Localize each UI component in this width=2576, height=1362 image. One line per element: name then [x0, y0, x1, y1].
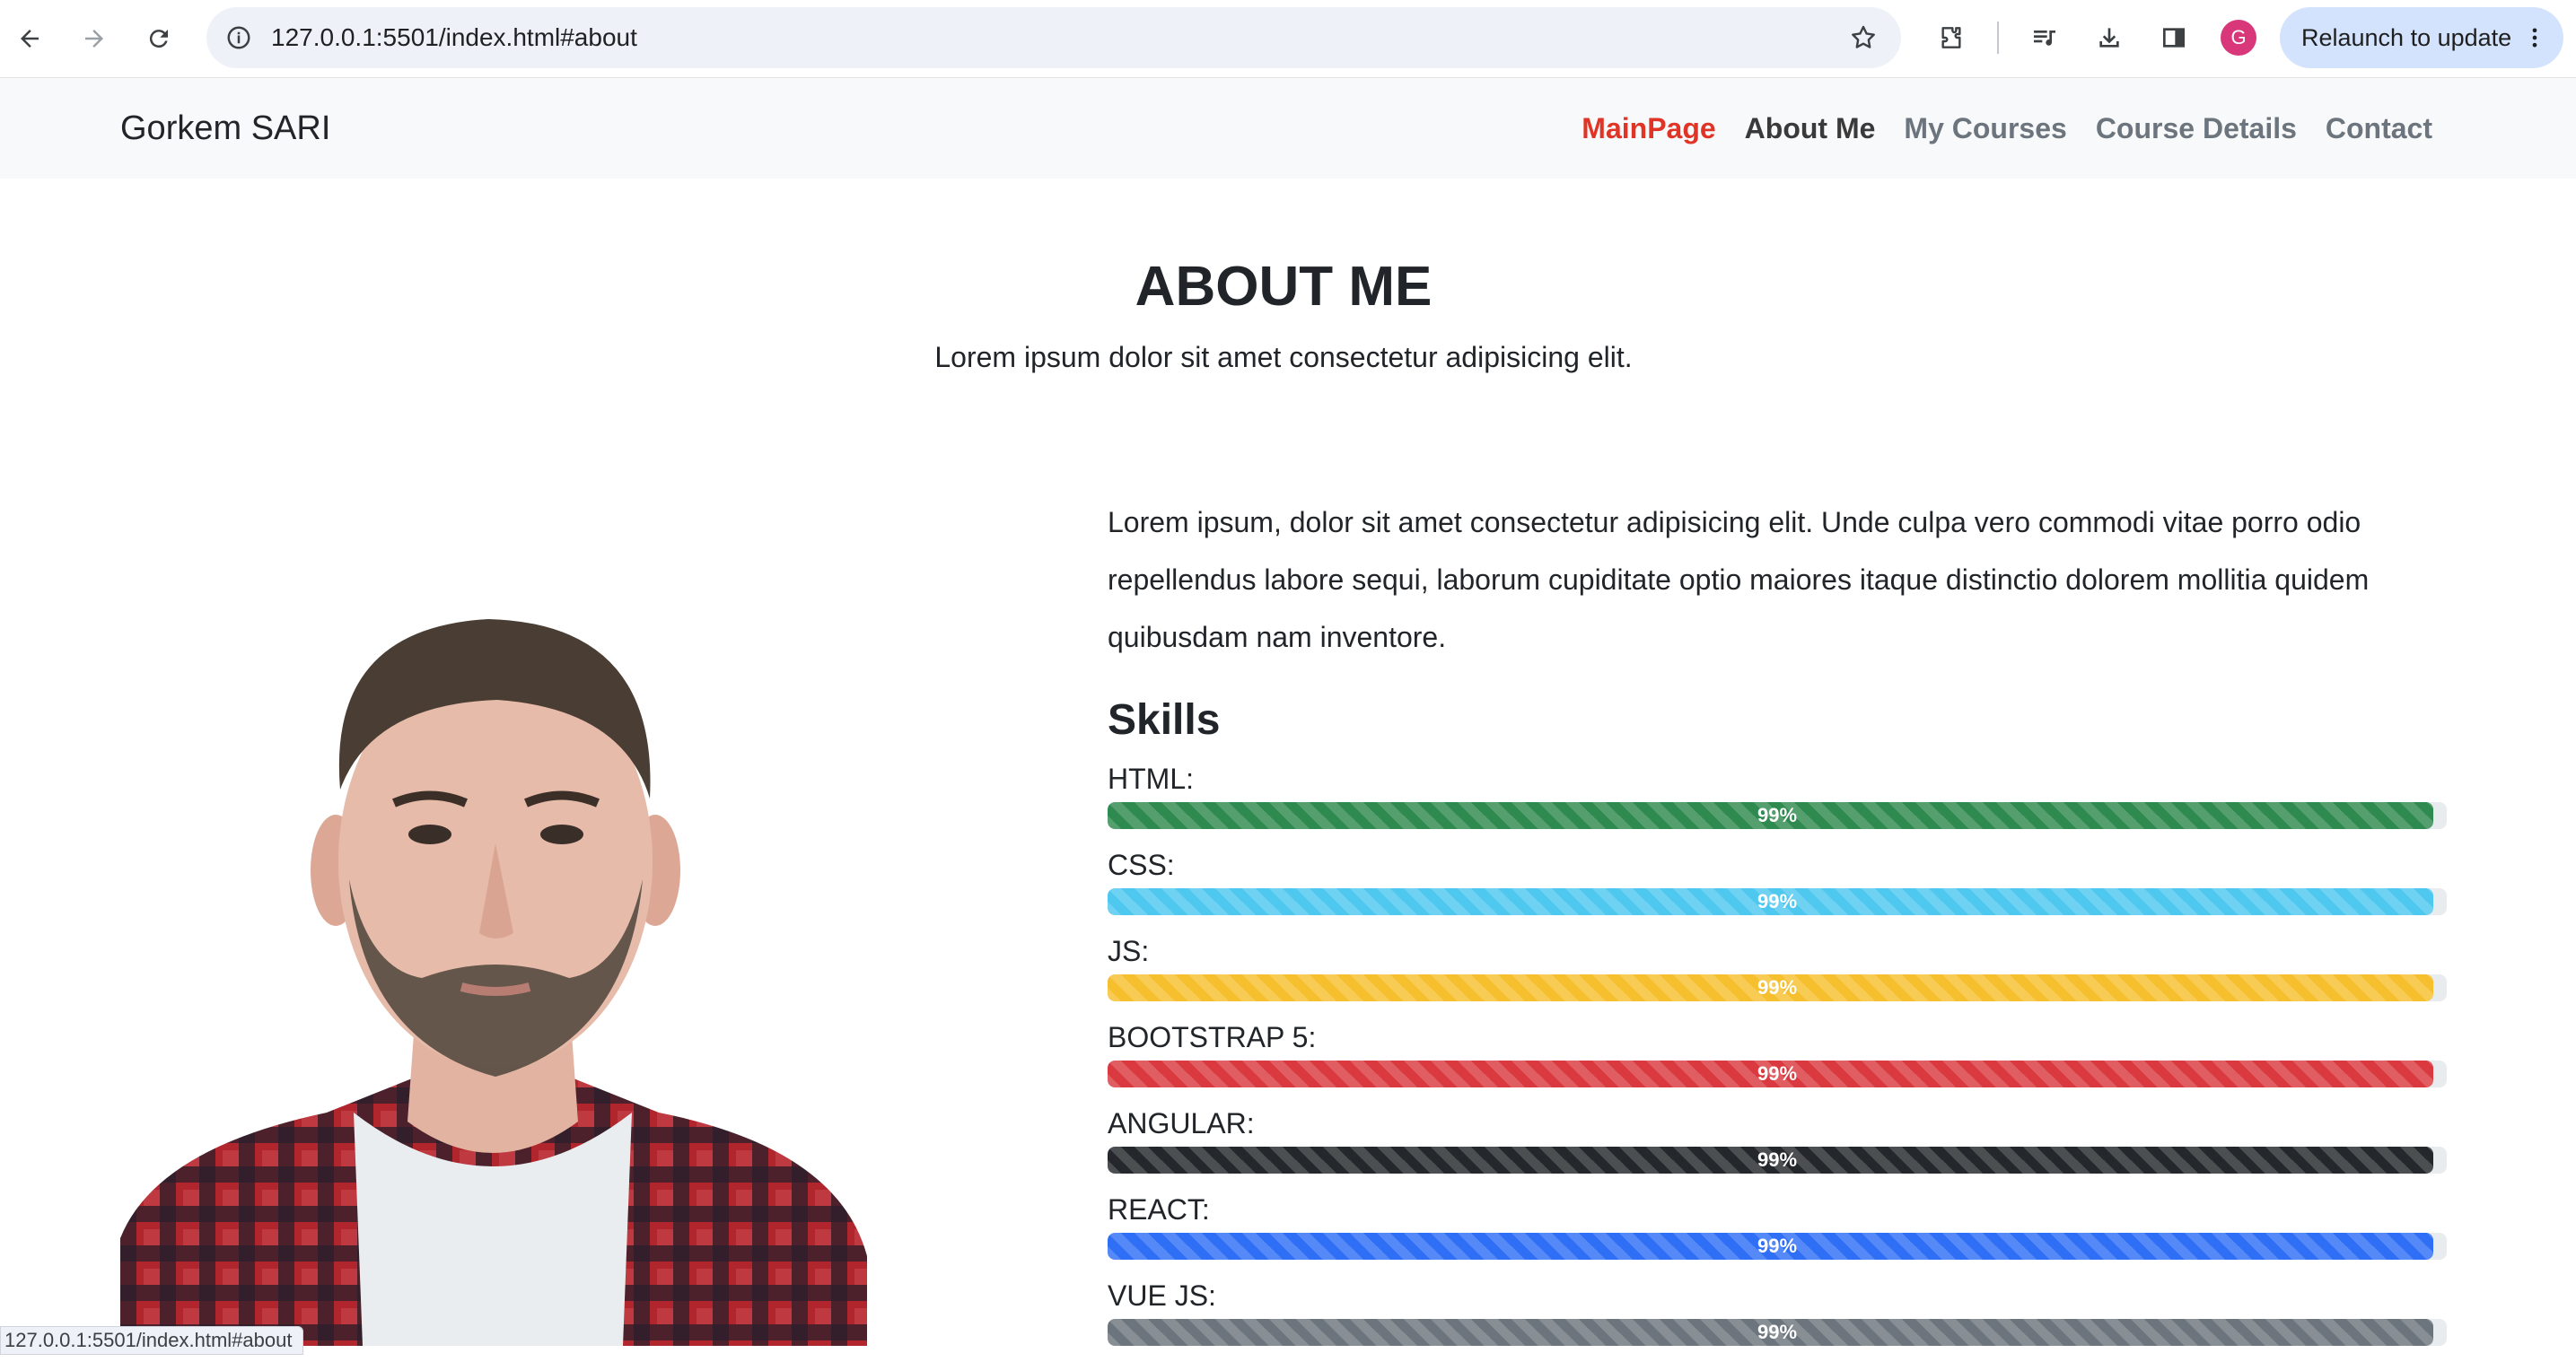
skill-label: BOOTSTRAP 5:	[1108, 1021, 1317, 1053]
skill-row-html: HTML: 99%	[1108, 759, 2447, 845]
browser-toolbar: 127.0.0.1:5501/index.html#about G Relaun…	[0, 0, 2576, 78]
progress-track: 99%	[1108, 1233, 2447, 1260]
about-paragraph: Lorem ipsum, dolor sit amet consectetur …	[1108, 506, 2370, 653]
skill-row-css: CSS: 99%	[1108, 845, 2447, 931]
forward-arrow-icon[interactable]	[72, 16, 117, 61]
nav-link-contact[interactable]: Contact	[2326, 112, 2432, 145]
toolbar-divider	[1997, 22, 1999, 54]
skill-label: CSS:	[1108, 849, 1175, 881]
progress-percent: 99%	[1757, 1062, 1798, 1085]
progress-percent: 99%	[1757, 976, 1798, 999]
progress-percent: 99%	[1757, 1321, 1798, 1343]
about-subtitle: Lorem ipsum dolor sit amet consectetur a…	[934, 341, 1633, 373]
profile-photo	[120, 574, 867, 1346]
about-title: ABOUT ME	[1135, 256, 1433, 318]
nav-links: MainPage About Me My Courses Course Deta…	[1582, 78, 2432, 179]
nav-link-course-details[interactable]: Course Details	[2096, 112, 2297, 145]
progress-percent: 99%	[1757, 1235, 1798, 1257]
progress-track: 99%	[1108, 802, 2447, 829]
address-bar[interactable]: 127.0.0.1:5501/index.html#about	[206, 7, 1901, 68]
link-hover-status-url: 127.0.0.1:5501/index.html#about	[0, 1326, 304, 1355]
progress-track: 99%	[1108, 1147, 2447, 1174]
more-vert-icon[interactable]	[2517, 20, 2553, 56]
media-queue-icon[interactable]	[2025, 18, 2064, 57]
progress-track: 99%	[1108, 974, 2447, 1001]
skill-label: HTML:	[1108, 763, 1194, 795]
bookmark-star-icon[interactable]	[1845, 20, 1881, 56]
brand-logo-text[interactable]: Gorkem SARI	[120, 78, 330, 179]
progress-percent: 99%	[1757, 1148, 1798, 1171]
download-icon[interactable]	[2090, 18, 2129, 57]
skill-row-react: REACT: 99%	[1108, 1190, 2447, 1276]
extensions-puzzle-icon[interactable]	[1932, 18, 1971, 57]
progress-percent: 99%	[1757, 804, 1798, 826]
skill-row-js: JS: 99%	[1108, 931, 2447, 1017]
skill-row-angular: ANGULAR: 99%	[1108, 1104, 2447, 1190]
site-navbar: Gorkem SARI MainPage About Me My Courses…	[0, 78, 2576, 179]
skill-label: VUE JS:	[1108, 1279, 1216, 1312]
nav-link-my-courses[interactable]: My Courses	[1904, 112, 2066, 145]
side-panel-icon[interactable]	[2154, 18, 2194, 57]
skill-label: ANGULAR:	[1108, 1107, 1255, 1139]
skill-row-vue: VUE JS: 99%	[1108, 1276, 2447, 1362]
address-bar-url[interactable]: 127.0.0.1:5501/index.html#about	[271, 7, 637, 68]
progress-percent: 99%	[1757, 890, 1798, 912]
skill-label: JS:	[1108, 935, 1150, 967]
nav-link-mainpage[interactable]: MainPage	[1582, 112, 1715, 145]
nav-link-about-me[interactable]: About Me	[1745, 112, 1876, 145]
back-arrow-icon[interactable]	[7, 16, 52, 61]
profile-avatar[interactable]: G	[2221, 20, 2256, 56]
skill-row-bootstrap: BOOTSTRAP 5: 99%	[1108, 1017, 2447, 1104]
progress-track: 99%	[1108, 1319, 2447, 1346]
skills-list: HTML: 99% CSS: 99% JS: 99% BOOTSTRAP 5: …	[1108, 759, 2447, 1362]
relaunch-label: Relaunch to update	[2301, 24, 2512, 51]
progress-track: 99%	[1108, 1061, 2447, 1087]
reload-icon[interactable]	[136, 16, 181, 61]
relaunch-button[interactable]: Relaunch to update	[2280, 7, 2563, 68]
progress-track: 99%	[1108, 888, 2447, 915]
skill-label: REACT:	[1108, 1193, 1210, 1226]
site-info-icon[interactable]	[221, 20, 257, 56]
skills-heading: Skills	[1108, 696, 1221, 744]
